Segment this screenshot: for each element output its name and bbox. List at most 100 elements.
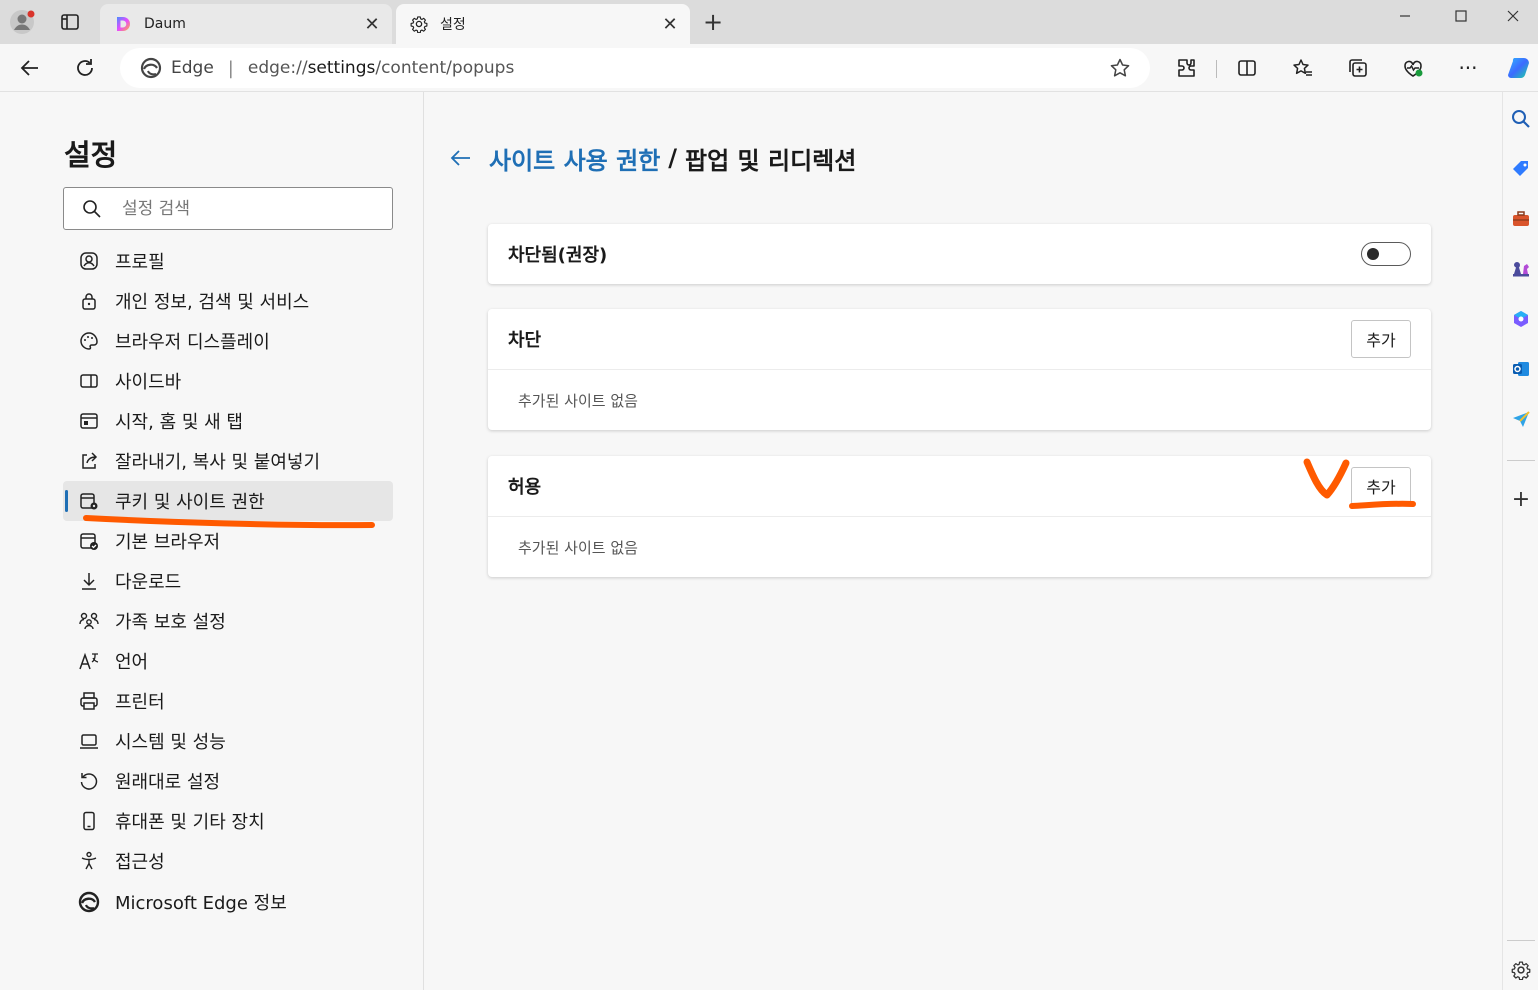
nav-item-start-home[interactable]: 시작, 홈 및 새 탭 <box>63 401 393 441</box>
close-icon[interactable]: ✕ <box>360 12 384 36</box>
sidebar-icon <box>78 370 100 392</box>
profile-icon <box>78 250 100 272</box>
url-separator: | <box>227 57 234 79</box>
edge-label: Edge <box>171 58 214 78</box>
sidebar-add-icon[interactable]: + <box>1509 487 1533 512</box>
nav-item-privacy[interactable]: 개인 정보, 검색 및 서비스 <box>63 281 393 321</box>
shopping-tag-icon[interactable] <box>1509 157 1533 181</box>
allow-add-button[interactable]: 추가 <box>1351 467 1411 505</box>
search-input[interactable] <box>122 198 362 219</box>
nav-item-downloads[interactable]: 다운로드 <box>63 561 393 601</box>
share-icon <box>78 450 100 472</box>
printer-icon <box>78 690 100 712</box>
nav-item-accessibility[interactable]: 접근성 <box>63 841 393 881</box>
nav-item-reset[interactable]: 원래대로 설정 <box>63 761 393 801</box>
minimize-button[interactable] <box>1382 2 1428 30</box>
more-menu-icon[interactable]: ··· <box>1452 52 1484 84</box>
tab-actions-icon[interactable] <box>56 8 84 36</box>
palette-icon <box>78 330 100 352</box>
send-paper-plane-icon[interactable] <box>1509 407 1533 431</box>
breadcrumb-current: 팝업 및 리디렉션 <box>685 146 857 175</box>
address-bar[interactable]: Edge | edge://settings/content/popups <box>120 48 1150 88</box>
edge-sidebar: + <box>1502 92 1538 990</box>
refresh-button[interactable] <box>69 52 101 84</box>
outlook-icon[interactable] <box>1509 357 1533 381</box>
download-icon <box>78 570 100 592</box>
split-screen-icon[interactable] <box>1231 52 1263 84</box>
tab-daum[interactable]: Daum ✕ <box>100 4 392 44</box>
home-tabs-icon <box>78 410 100 432</box>
settings-search[interactable] <box>63 187 393 230</box>
nav-item-default-browser[interactable]: 기본 브라우저 <box>63 521 393 561</box>
breadcrumb-separator: / <box>668 144 678 172</box>
new-tab-button[interactable]: + <box>700 10 726 36</box>
nav-item-appearance[interactable]: 브라우저 디스플레이 <box>63 321 393 361</box>
back-arrow-icon[interactable] <box>449 146 473 170</box>
collections-icon[interactable] <box>1342 52 1374 84</box>
copilot-icon[interactable] <box>1503 52 1535 84</box>
default-browser-icon <box>78 530 100 552</box>
main-content: 사이트 사용 권한 / 팝업 및 리디렉션 차단됨(권장) 차단 추가 추가된 … <box>425 92 1502 990</box>
sidebar-divider <box>1507 460 1535 461</box>
toggle-knob <box>1367 248 1379 260</box>
microsoft-365-icon[interactable] <box>1509 307 1533 331</box>
block-empty-text: 추가된 사이트 없음 <box>518 391 638 410</box>
block-section-title: 차단 <box>508 330 542 351</box>
language-icon <box>78 650 100 672</box>
sidebar-search-icon[interactable] <box>1509 107 1533 131</box>
phone-icon <box>78 810 100 832</box>
window-close-button[interactable] <box>1490 2 1536 30</box>
nav-item-cookies-permissions[interactable]: 쿠키 및 사이트 권한 <box>63 481 393 521</box>
maximize-button[interactable] <box>1438 2 1484 30</box>
browser-essentials-icon[interactable] <box>1397 52 1429 84</box>
nav-item-languages[interactable]: 언어 <box>63 641 393 681</box>
tab-strip: Daum ✕ 설정 ✕ + <box>0 0 1538 44</box>
breadcrumb-site-permissions[interactable]: 사이트 사용 권한 <box>489 141 660 176</box>
search-icon <box>80 197 104 221</box>
lock-icon <box>78 290 100 312</box>
blocked-toggle[interactable] <box>1361 242 1411 266</box>
edge-logo-icon <box>140 57 162 79</box>
browser-toolbar: Edge | edge://settings/content/popups ··… <box>0 44 1538 92</box>
nav-item-about-edge[interactable]: Microsoft Edge 정보 <box>63 882 393 922</box>
back-button[interactable] <box>14 52 46 84</box>
allow-section-card: 허용 추가 추가된 사이트 없음 <box>488 456 1431 577</box>
nav-item-printers[interactable]: 프린터 <box>63 681 393 721</box>
tools-briefcase-icon[interactable] <box>1509 207 1533 231</box>
accessibility-icon <box>78 850 100 872</box>
sidebar-divider-bottom <box>1507 940 1535 941</box>
edge-logo-icon <box>78 891 100 913</box>
close-icon[interactable]: ✕ <box>658 12 682 36</box>
laptop-icon <box>78 730 100 752</box>
games-chess-icon[interactable] <box>1509 257 1533 281</box>
nav-item-clipboard[interactable]: 잘라내기, 복사 및 붙여넣기 <box>63 441 393 481</box>
favorites-icon[interactable] <box>1287 52 1319 84</box>
extensions-icon[interactable] <box>1170 52 1202 84</box>
favorite-star-icon[interactable] <box>1108 56 1132 80</box>
toolbar-divider <box>1216 60 1217 78</box>
nav-item-profile[interactable]: 프로필 <box>63 241 393 281</box>
nav-item-phone[interactable]: 휴대폰 및 기타 장치 <box>63 801 393 841</box>
url-text[interactable]: edge://settings/content/popups <box>248 58 514 78</box>
nav-item-sidebar[interactable]: 사이드바 <box>63 361 393 401</box>
allow-empty-text: 추가된 사이트 없음 <box>518 538 638 557</box>
blocked-recommended-label: 차단됨(권장) <box>508 245 608 266</box>
family-icon <box>78 610 100 632</box>
nav-item-system[interactable]: 시스템 및 성능 <box>63 721 393 761</box>
settings-nav: 설정 프로필 개인 정보, 검색 및 서비스 브라우저 디스플레이 사이드바 시… <box>0 92 424 990</box>
block-section-card: 차단 추가 추가된 사이트 없음 <box>488 309 1431 430</box>
cookie-settings-icon <box>78 490 100 512</box>
sidebar-settings-gear-icon[interactable] <box>1509 958 1533 982</box>
tab-title: Daum <box>144 16 186 32</box>
reset-icon <box>78 770 100 792</box>
nav-item-family[interactable]: 가족 보호 설정 <box>63 601 393 641</box>
tab-title: 설정 <box>440 17 466 33</box>
block-add-button[interactable]: 추가 <box>1351 320 1411 358</box>
profile-avatar-icon[interactable] <box>8 8 36 36</box>
tab-settings[interactable]: 설정 ✕ <box>396 4 690 44</box>
gear-icon <box>410 15 428 33</box>
page-title: 설정 <box>64 138 118 172</box>
allow-section-title: 허용 <box>508 477 542 498</box>
breadcrumb: 사이트 사용 권한 / 팝업 및 리디렉션 <box>449 141 857 176</box>
blocked-recommended-card: 차단됨(권장) <box>488 224 1431 284</box>
